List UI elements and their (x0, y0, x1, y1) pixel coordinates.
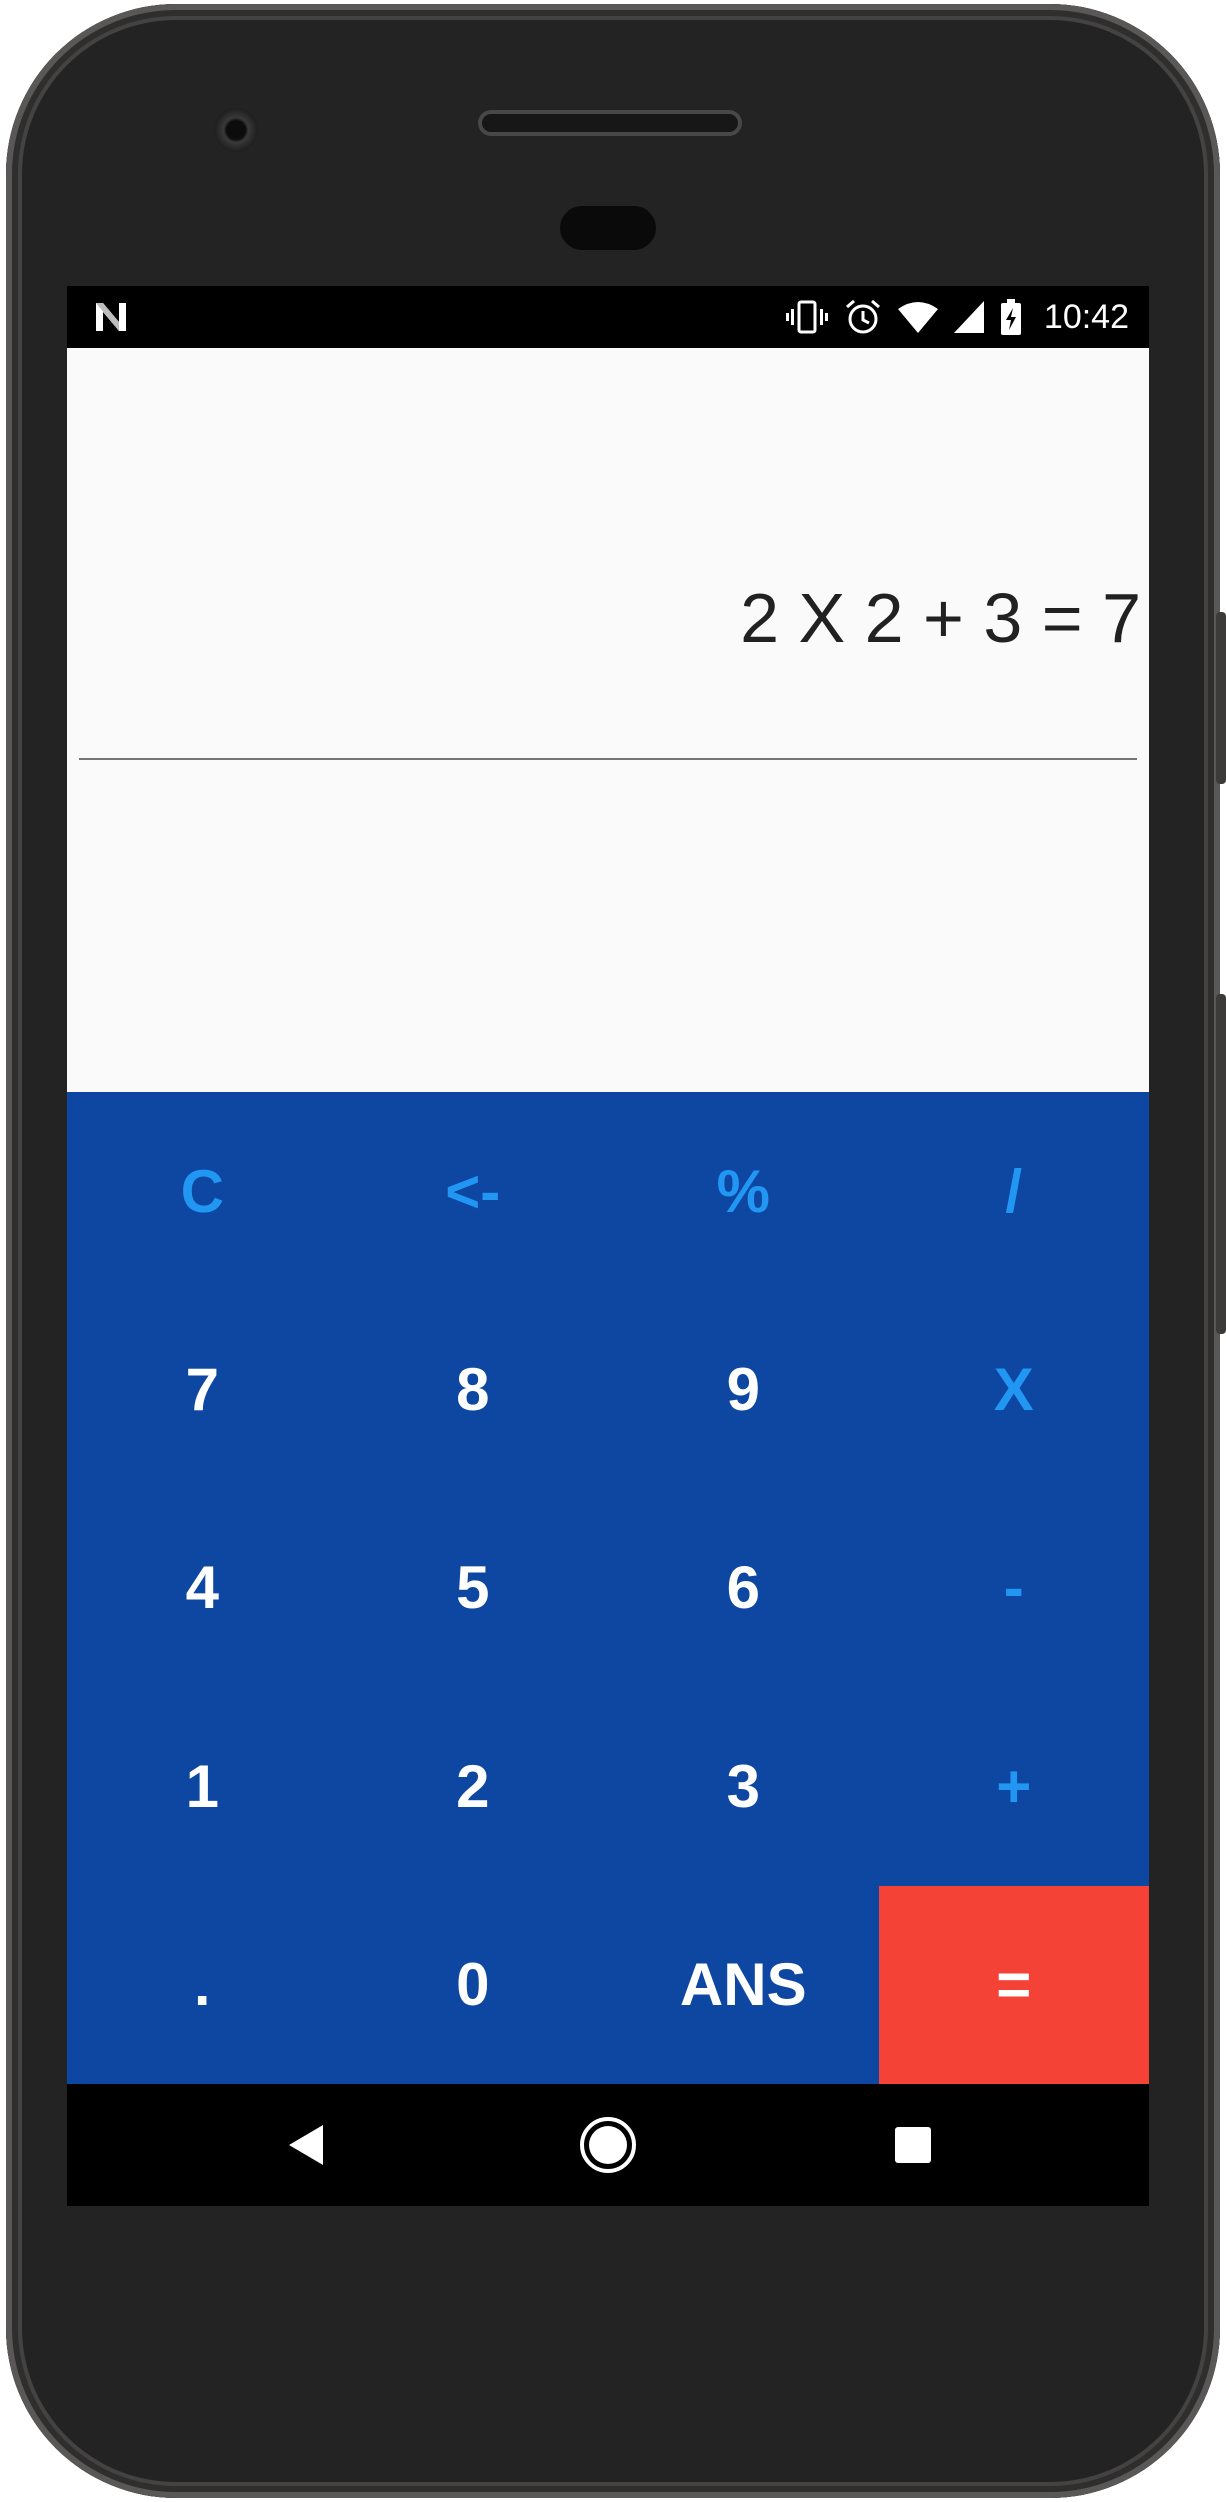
status-bar: 10:42 (67, 286, 1149, 348)
digit-8-button[interactable]: 8 (338, 1290, 609, 1488)
vibrate-icon (785, 300, 828, 334)
status-icons: 10:42 (785, 286, 1129, 348)
n-logo-icon (96, 303, 126, 331)
divide-button[interactable]: / (879, 1092, 1150, 1290)
subtract-button[interactable]: - (879, 1489, 1150, 1687)
digit-4-button[interactable]: 4 (67, 1489, 338, 1687)
status-time: 10:42 (1043, 297, 1129, 336)
keypad: C <-%/ 7 8 9 X 4 5 6- 1 2 3 +. 0 ANS = (67, 1092, 1149, 2084)
power-button (1216, 612, 1226, 784)
back-icon (289, 2125, 323, 2165)
digit-6-button[interactable]: 6 (608, 1489, 879, 1687)
digit-5-button[interactable]: 5 (338, 1489, 609, 1687)
wifi-icon (897, 302, 938, 333)
expression-underline (79, 758, 1137, 760)
screen: 10:42 2 X 2 + 3 = 7 C <-%/ 7 8 9 X 4 5 6- 1 2 3 +. 0 A… (67, 286, 1149, 2206)
navigation-bar (67, 2084, 1149, 2206)
battery-icon (1000, 299, 1021, 335)
digit-3-button[interactable]: 3 (608, 1687, 879, 1885)
clear-button[interactable]: C (67, 1092, 338, 1290)
proximity-sensor (560, 206, 656, 250)
home-icon (580, 2117, 636, 2173)
digit-7-button[interactable]: 7 (67, 1290, 338, 1488)
digit-1-button[interactable]: 1 (67, 1687, 338, 1885)
recents-button[interactable] (853, 2084, 973, 2206)
back-button[interactable] (247, 2084, 367, 2206)
signal-icon (953, 301, 984, 333)
ans-button[interactable]: ANS (608, 1886, 879, 2084)
recents-icon (895, 2127, 931, 2163)
percent-button[interactable]: % (608, 1092, 879, 1290)
multiply-button[interactable]: X (879, 1290, 1150, 1488)
backspace-button[interactable]: <- (338, 1092, 609, 1290)
front-camera (214, 108, 258, 152)
expression-text: 2 X 2 + 3 = 7 (740, 579, 1141, 657)
result-field[interactable] (79, 764, 1137, 1128)
home-button[interactable] (548, 2084, 668, 2206)
digit-2-button[interactable]: 2 (338, 1687, 609, 1885)
earpiece-speaker (478, 110, 742, 136)
calculator-display: 2 X 2 + 3 = 7 (67, 348, 1149, 1130)
alarm-icon (845, 299, 880, 334)
volume-rocker (1216, 994, 1226, 1334)
add-button[interactable]: + (879, 1687, 1150, 1885)
equals-button[interactable]: = (878, 1885, 1149, 2084)
digit-0-button[interactable]: 0 (338, 1886, 609, 2084)
decimal-button[interactable]: . (67, 1886, 338, 2084)
digit-9-button[interactable]: 9 (608, 1290, 879, 1488)
